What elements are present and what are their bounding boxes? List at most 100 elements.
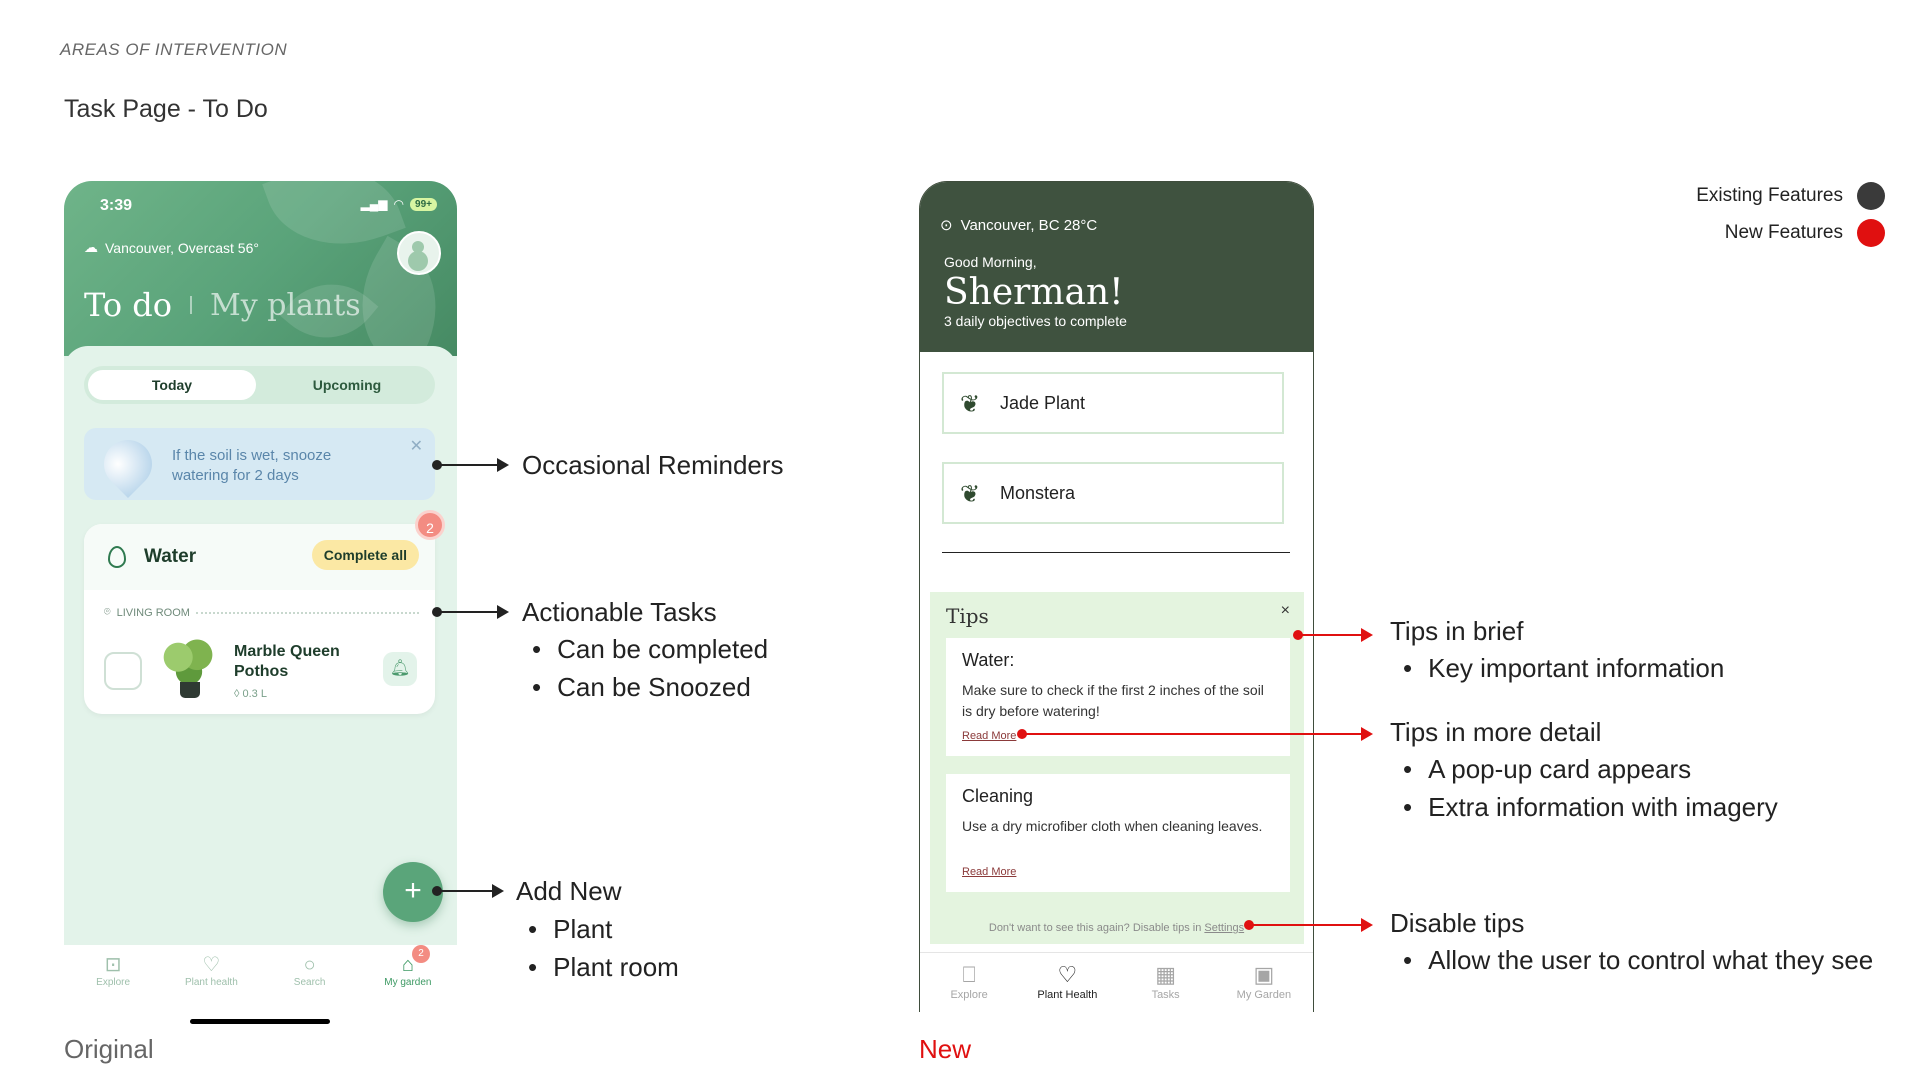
- header-tabs: To do My plants: [84, 286, 361, 324]
- new-caption: New: [919, 1034, 972, 1064]
- tips-panel: Tips × Water: Make sure to check if the …: [930, 592, 1304, 944]
- original-body: Today Upcoming If the soil is wet, snooz…: [64, 346, 457, 946]
- bullet: Allow the user to control what they see: [1403, 941, 1873, 979]
- bullet: Key important information: [1403, 649, 1724, 687]
- section-divider: [942, 552, 1290, 553]
- nav-tasks[interactable]: ▦ Tasks: [1117, 953, 1215, 1012]
- map-pin-icon: ⊙: [940, 217, 953, 234]
- segment-upcoming[interactable]: Upcoming: [263, 370, 431, 400]
- avatar[interactable]: [397, 231, 441, 275]
- water-amount: ◊ 0.3 L: [234, 688, 267, 700]
- plant-item-monstera[interactable]: ❦ Monstera: [942, 462, 1284, 524]
- complete-all-button[interactable]: Complete all: [311, 540, 419, 570]
- day-segment-control: Today Upcoming: [84, 366, 435, 404]
- snooze-bell-icon: 🔔︎: [389, 660, 411, 677]
- nav-my-garden[interactable]: ⌂ My garden: [359, 945, 457, 1005]
- task-count-badge: 2: [415, 510, 445, 540]
- location-text: Vancouver, Overcast 56°: [105, 239, 259, 256]
- tab-my-plants[interactable]: My plants: [210, 288, 361, 323]
- small-drop-icon: ◊: [234, 688, 240, 700]
- room-divider: [195, 611, 419, 614]
- legend-existing-dot: [1857, 182, 1885, 210]
- annotation-line: [1249, 924, 1363, 926]
- garden-icon: ▣: [1253, 962, 1275, 987]
- original-header: 3:39 ▂▄▆ ◠ 99+ ☁ Vancouver, Overcast 56°…: [64, 181, 457, 377]
- close-icon[interactable]: ×: [1281, 602, 1290, 620]
- new-location-text: Vancouver, BC 28°C: [960, 216, 1098, 234]
- signal-icon: ▂▄▆: [360, 197, 388, 211]
- sprout-icon: ❦: [960, 481, 981, 508]
- nav-badge: 2: [412, 945, 430, 963]
- section-tag: AREAS OF INTERVENTION: [60, 40, 288, 59]
- nav-label: Explore: [950, 989, 988, 1001]
- plant-thumbnail: [160, 636, 218, 698]
- annotation-disable-tips-title: Disable tips: [1390, 908, 1525, 938]
- bullet: A pop-up card appears: [1403, 750, 1778, 788]
- home-indicator: [190, 1019, 330, 1024]
- wifi-icon: ◠: [393, 197, 405, 211]
- nav-my-garden[interactable]: ▣ My Garden: [1215, 953, 1313, 1012]
- nav-search[interactable]: ○ Search: [261, 945, 359, 1005]
- legend-new-dot: [1857, 219, 1885, 247]
- annotation-line: [1298, 634, 1363, 636]
- search-icon: ○: [303, 954, 316, 976]
- nav-explore[interactable]: ⎕ Explore: [920, 953, 1018, 1012]
- annotation-tasks-title: Actionable Tasks: [522, 597, 717, 627]
- read-more-link[interactable]: Read More: [962, 866, 1016, 878]
- snooze-button[interactable]: 🔔︎: [383, 652, 417, 686]
- tab-todo[interactable]: To do: [84, 286, 172, 324]
- settings-link[interactable]: Settings: [1204, 922, 1244, 934]
- original-phone: 3:39 ▂▄▆ ◠ 99+ ☁ Vancouver, Overcast 56°…: [64, 181, 457, 1005]
- nav-label: Tasks: [1151, 989, 1180, 1001]
- water-drop-illustration: [94, 430, 162, 498]
- arrow-head: [1361, 628, 1373, 642]
- task-group-title: Water: [144, 546, 197, 567]
- battery-badge: 99+: [410, 197, 437, 211]
- tip-body: Use a dry microfiber cloth when cleaning…: [962, 818, 1263, 834]
- bullet: Extra information with imagery: [1403, 788, 1778, 826]
- annotation-add-new-bullets: Plant Plant room: [528, 910, 679, 986]
- annotation-reminders-title: Occasional Reminders: [522, 450, 784, 480]
- book-icon: ⎕: [962, 962, 976, 987]
- reminder-banner: If the soil is wet, snooze watering for …: [84, 428, 435, 500]
- location-pin-icon: ⌾: [104, 606, 111, 618]
- objectives-text: 3 daily objectives to complete: [944, 313, 1127, 329]
- nav-explore[interactable]: ⊡ Explore: [64, 945, 162, 1005]
- plant-item-label: Monstera: [1000, 483, 1076, 503]
- water-card-header: Water Complete all: [84, 524, 435, 590]
- tip-title: Cleaning: [962, 786, 1034, 806]
- annotation-disable-tips-bullets: Allow the user to control what they see: [1403, 941, 1873, 979]
- plant-item-jade[interactable]: ❦ Jade Plant: [942, 372, 1284, 434]
- read-more-link[interactable]: Read More: [962, 730, 1016, 742]
- water-task-card: Water Complete all 2 ⌾ LIVING ROOM Marbl…: [84, 510, 445, 714]
- nav-label: My Garden: [1236, 989, 1292, 1001]
- tab-divider: [190, 296, 193, 314]
- calendar-check-icon: ▦: [1155, 962, 1177, 987]
- legend-new-label: New Features: [1724, 222, 1843, 243]
- tip-card-cleaning: Cleaning Use a dry microfiber cloth when…: [946, 774, 1290, 892]
- nav-label: My garden: [384, 977, 432, 988]
- cloud-icon: ☁: [84, 239, 98, 255]
- annotation-tips-detail-bullets: A pop-up card appears Extra information …: [1403, 750, 1778, 826]
- nav-plant-health[interactable]: ♡ Plant health: [162, 945, 260, 1005]
- new-bottom-nav: ⎕ Explore ♡ Plant Health ▦ Tasks ▣ My Ga…: [920, 952, 1313, 1012]
- nav-label: Explore: [96, 977, 131, 988]
- reminder-text: If the soil is wet, snooze watering for …: [172, 447, 332, 484]
- location: ☁ Vancouver, Overcast 56°: [84, 239, 259, 256]
- plant-leaves: [162, 638, 216, 686]
- room-row: ⌾ LIVING ROOM: [104, 606, 419, 619]
- arrow-head: [492, 884, 504, 898]
- bullet: Plant room: [528, 948, 679, 986]
- segment-today[interactable]: Today: [88, 370, 256, 400]
- heart-pulse-icon: ♡: [1057, 962, 1078, 987]
- room-label: LIVING ROOM: [116, 606, 190, 619]
- nav-plant-health[interactable]: ♡ Plant Health: [1018, 953, 1116, 1012]
- greeting: Good Morning,: [944, 254, 1037, 270]
- annotation-line: [437, 611, 499, 613]
- close-icon[interactable]: ✕: [410, 436, 423, 456]
- status-icons: ▂▄▆ ◠ 99+: [361, 197, 437, 211]
- water-drop-icon: [108, 546, 126, 568]
- task-checkbox[interactable]: [104, 652, 142, 690]
- annotation-tasks-bullets: Can be completed Can be Snoozed: [532, 630, 768, 706]
- plant-name: Marble Queen Pothos: [234, 643, 340, 680]
